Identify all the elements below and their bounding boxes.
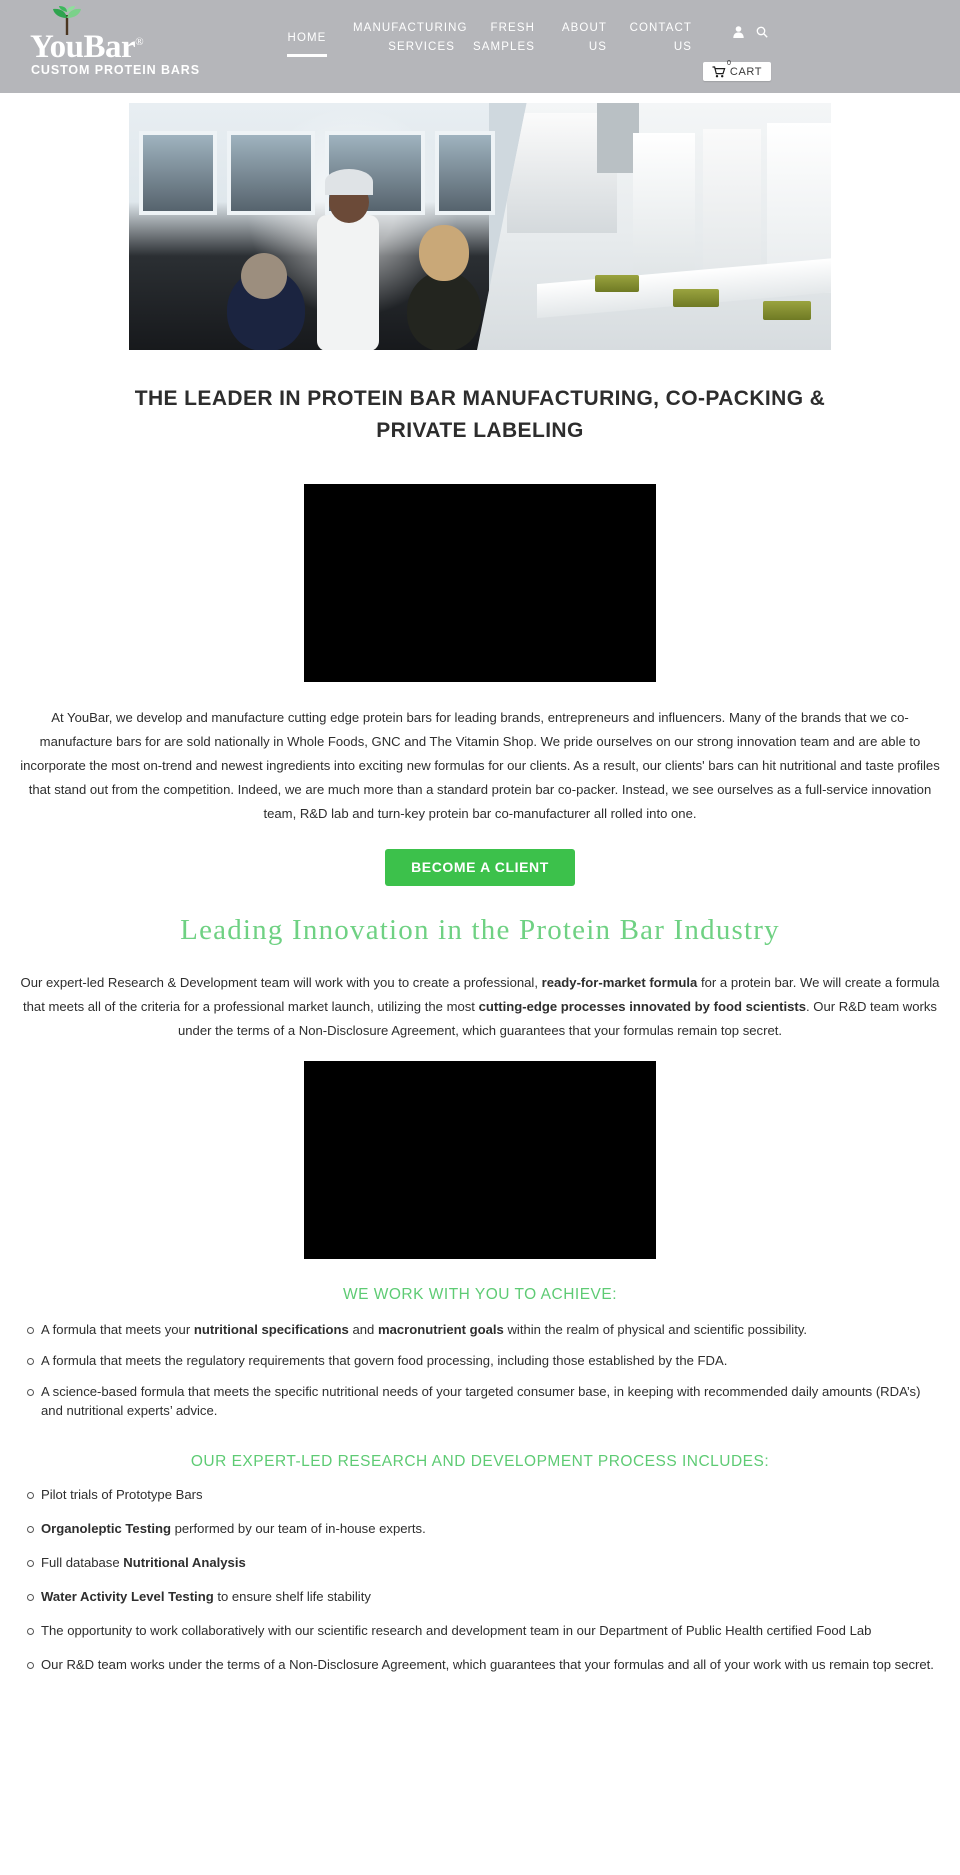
- process-1-bold1: Organoleptic Testing: [41, 1521, 171, 1536]
- rnd-bold-2: cutting-edge processes innovated by food…: [478, 999, 807, 1014]
- rnd-text-1: Our expert-led Research & Development te…: [20, 975, 542, 990]
- header-icon-group: [733, 26, 768, 38]
- achieve-item: A formula that meets your nutritional sp…: [25, 1320, 945, 1339]
- process-1-text2: performed by our team of in-house expert…: [170, 1521, 426, 1536]
- process-item: Organoleptic Testing performed by our te…: [25, 1519, 945, 1538]
- logo-tagline: CUSTOM PROTEIN BARS: [31, 63, 200, 77]
- hero-photo-production-line-panel: [477, 103, 831, 350]
- nav-item-home[interactable]: HOME: [270, 10, 344, 57]
- primary-navigation: HOME MANUFACTURING SERVICES FRESH SAMPLE…: [270, 10, 790, 57]
- nav-label-fresh-line2: SAMPLES: [473, 41, 536, 53]
- user-icon[interactable]: [733, 26, 744, 38]
- process-0-text1: Pilot trials of Prototype Bars: [41, 1487, 203, 1502]
- achieve-item: A formula that meets the regulatory requ…: [25, 1351, 945, 1370]
- nav-label-manufacturing-line2: SERVICES: [388, 41, 455, 53]
- hero-banner-image: [129, 103, 831, 350]
- nav-label-home: HOME: [287, 32, 327, 44]
- hero-section: [0, 93, 960, 350]
- achieve-item: A science-based formula that meets the s…: [25, 1382, 945, 1420]
- nav-item-about-us[interactable]: ABOUT US: [544, 10, 616, 57]
- registered-mark: ®: [135, 36, 144, 48]
- achieve-heading: WE WORK WITH YOU TO ACHIEVE:: [342, 1286, 618, 1303]
- rnd-paragraph: Our expert-led Research & Development te…: [20, 971, 940, 1043]
- achieve-1-text1: A formula that meets the regulatory requ…: [41, 1353, 728, 1368]
- process-item: Water Activity Level Testing to ensure s…: [25, 1587, 945, 1606]
- active-nav-underline: [287, 54, 327, 57]
- process-4-text1: The opportunity to work collaboratively …: [41, 1623, 872, 1638]
- achieve-0-text1: A formula that meets your: [41, 1322, 194, 1337]
- nav-item-contact-us[interactable]: CONTACT US: [616, 10, 701, 57]
- achieve-0-text3: within the realm of physical and scienti…: [503, 1322, 808, 1337]
- rnd-bold-1: ready-for-market formula: [541, 975, 698, 990]
- nav-label-about-line1: ABOUT: [561, 22, 607, 34]
- achieve-2-text1: A science-based formula that meets the s…: [41, 1384, 921, 1418]
- cta-container: BECOME A CLIENT: [0, 849, 960, 886]
- rnd-video-player[interactable]: [304, 1061, 656, 1259]
- process-item: Pilot trials of Prototype Bars: [25, 1485, 945, 1504]
- process-heading: OUR EXPERT-LED RESEARCH AND DEVELOPMENT …: [190, 1453, 770, 1470]
- page-title: THE LEADER IN PROTEIN BAR MANUFACTURING,…: [134, 387, 826, 442]
- site-logo[interactable]: YouBar® CUSTOM PROTEIN BARS: [28, 6, 288, 77]
- process-item: The opportunity to work collaboratively …: [25, 1621, 945, 1640]
- intro-paragraph: At YouBar, we develop and manufacture cu…: [20, 710, 940, 821]
- nav-item-fresh-samples[interactable]: FRESH SAMPLES: [464, 10, 544, 57]
- achieve-0-bold2: macronutrient goals: [377, 1322, 504, 1337]
- cart-label: CART: [729, 65, 763, 78]
- process-list: Pilot trials of Prototype Bars Organolept…: [15, 1485, 945, 1674]
- process-item: Full database Nutritional Analysis: [25, 1553, 945, 1572]
- intro-video-player[interactable]: [304, 484, 656, 682]
- achieve-0-bold1: nutritional specifications: [193, 1322, 349, 1337]
- process-3-bold1: Water Activity Level Testing: [41, 1589, 214, 1604]
- site-header: YouBar® CUSTOM PROTEIN BARS HOME MANUFAC…: [0, 0, 960, 93]
- nav-label-contact-line1: CONTACT: [629, 22, 692, 34]
- nav-label-contact-line2: US: [673, 41, 692, 53]
- logo-wordmark: YouBar®: [30, 29, 144, 65]
- nav-label-about-line2: US: [588, 41, 607, 53]
- nav-label-fresh-line1: FRESH: [490, 22, 535, 34]
- achieve-0-text2: and: [348, 1322, 378, 1337]
- cart-button[interactable]: 0 CART: [703, 60, 771, 81]
- search-icon[interactable]: [756, 26, 768, 38]
- become-a-client-button[interactable]: BECOME A CLIENT: [385, 849, 575, 886]
- process-2-bold1: Nutritional Analysis: [123, 1555, 246, 1570]
- cart-count-badge: 0: [727, 59, 731, 67]
- process-5-text1: Our R&D team works under the terms of a …: [41, 1657, 934, 1672]
- shopping-cart-icon: 0: [712, 60, 731, 78]
- process-item: Our R&D team works under the terms of a …: [25, 1655, 945, 1674]
- innovation-heading: Leading Innovation in the Protein Bar In…: [180, 914, 780, 946]
- hero-photo-consultation-panel: [129, 103, 495, 350]
- achieve-list: A formula that meets your nutritional sp…: [15, 1320, 945, 1420]
- process-3-text2: to ensure shelf life stability: [213, 1589, 371, 1604]
- process-2-text1: Full database: [41, 1555, 124, 1570]
- nav-item-manufacturing-services[interactable]: MANUFACTURING SERVICES: [344, 10, 468, 57]
- nav-label-manufacturing-line1: MANUFACTURING: [353, 22, 468, 34]
